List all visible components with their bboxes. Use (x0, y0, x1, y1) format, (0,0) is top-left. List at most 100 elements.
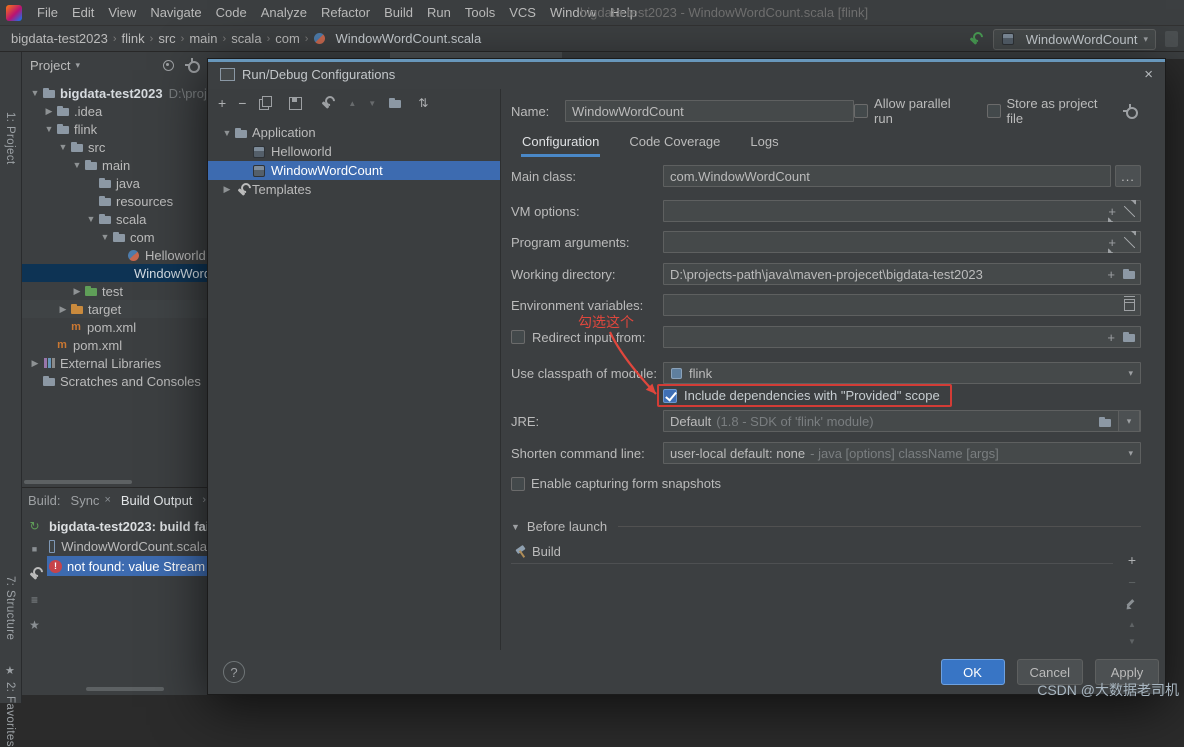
add-icon[interactable]: + (1107, 331, 1115, 344)
working-directory-input[interactable] (663, 263, 1141, 285)
menu-refactor[interactable]: Refactor (314, 0, 377, 25)
menu-run[interactable]: Run (420, 0, 458, 25)
run-configuration-selector[interactable]: WindowWordCount ▾ (993, 29, 1156, 50)
edit-pencil-icon[interactable] (1123, 598, 1137, 612)
copy-icon[interactable] (258, 96, 272, 110)
favorites-star-icon[interactable]: ★ (5, 664, 15, 677)
checkbox-icon[interactable] (511, 330, 525, 344)
chevron-icon[interactable]: ▶ (70, 286, 84, 297)
breadcrumb-file[interactable]: WindowWordCount.scala (312, 31, 481, 46)
move-down-icon[interactable]: ▼ (368, 99, 376, 108)
chevron-icon[interactable]: ▶ (56, 304, 70, 315)
tree-item-src[interactable]: ▼ src (22, 138, 207, 156)
chevron-icon[interactable]: ▼ (56, 142, 70, 152)
expand-icon[interactable] (1124, 206, 1135, 217)
add-icon[interactable]: + (1108, 236, 1116, 249)
edit-templates-icon[interactable] (318, 96, 332, 110)
build-row-error[interactable]: not found: value Stream (47, 556, 207, 576)
close-icon[interactable]: × (1144, 67, 1153, 82)
before-launch-item-build[interactable]: Build (511, 540, 1113, 564)
browse-button[interactable]: ... (1115, 165, 1141, 187)
chevron-icon[interactable]: ▼ (84, 214, 98, 224)
chevron-icon[interactable]: ▼ (220, 128, 234, 138)
before-launch-header[interactable]: ▼ Before launch (511, 519, 1141, 534)
menu-code[interactable]: Code (209, 0, 254, 25)
environment-variables-input[interactable] (663, 294, 1141, 316)
name-input[interactable] (565, 100, 854, 122)
chevron-icon[interactable]: ▶ (28, 358, 42, 369)
store-project-file-checkbox[interactable]: Store as project file (987, 96, 1116, 126)
chevron-down-icon[interactable]: ▾ (75, 61, 80, 70)
tree-item-java[interactable]: java (22, 174, 207, 192)
sort-icon[interactable]: ⇅ (418, 97, 428, 109)
build-wrench-icon[interactable] (966, 32, 980, 46)
vm-options-input[interactable] (663, 200, 1141, 222)
breadcrumb-project[interactable]: bigdata-test2023 (10, 31, 109, 46)
tab-configuration[interactable]: Configuration (521, 131, 600, 157)
pin-star-icon[interactable]: ★ (29, 619, 40, 631)
menu-navigate[interactable]: Navigate (143, 0, 208, 25)
gear-icon[interactable] (185, 58, 199, 72)
chevron-icon[interactable]: ▼ (98, 232, 112, 242)
add-icon[interactable]: + (1128, 553, 1136, 567)
tool-stripe-structure[interactable]: 7: Structure (4, 576, 16, 640)
classpath-module-select[interactable]: flink ▾ (663, 362, 1141, 384)
chevron-icon[interactable]: ▼ (28, 88, 42, 98)
stop-icon[interactable]: ■ (32, 545, 37, 554)
gear-icon[interactable] (1123, 104, 1137, 118)
list-icon[interactable] (1124, 299, 1135, 311)
ok-button[interactable]: OK (941, 659, 1005, 685)
tree-item-scala[interactable]: ▼ scala (22, 210, 207, 228)
chevron-icon[interactable]: ▼ (42, 124, 56, 134)
redirect-input-input[interactable] (663, 326, 1141, 348)
menu-build[interactable]: Build (377, 0, 420, 25)
horizontal-scrollbar[interactable] (86, 687, 164, 691)
close-icon[interactable]: × (104, 494, 110, 506)
menu-tools[interactable]: Tools (458, 0, 502, 25)
build-row-file[interactable]: WindowWordCount.scala (47, 536, 207, 556)
chevron-icon[interactable]: ▶ (220, 184, 234, 195)
locate-file-icon[interactable] (161, 58, 175, 72)
breadcrumb-flink[interactable]: flink (121, 31, 146, 46)
checkbox-icon[interactable] (854, 104, 868, 118)
build-row-status[interactable]: bigdata-test2023: build failed (47, 516, 207, 536)
menu-file[interactable]: File (30, 0, 65, 25)
config-item-helloworld[interactable]: Helloworld (208, 142, 500, 161)
tree-item-flink[interactable]: ▼ flink (22, 120, 207, 138)
folder-icon[interactable] (1122, 330, 1136, 344)
settings-wrench-icon[interactable] (26, 567, 40, 581)
breadcrumb-com[interactable]: com (274, 31, 301, 46)
tree-item-scratches[interactable]: Scratches and Consoles (22, 372, 207, 390)
tree-item-idea[interactable]: ▶ .idea (22, 102, 207, 120)
tab-logs[interactable]: Logs (749, 131, 779, 154)
more-tabs-icon[interactable]: › (202, 494, 206, 506)
menu-vcs[interactable]: VCS (502, 0, 543, 25)
shorten-command-select[interactable]: user-local default: none - java [options… (663, 442, 1141, 464)
horizontal-scrollbar[interactable] (24, 480, 132, 484)
tree-item-com[interactable]: ▼ com (22, 228, 207, 246)
tree-item-windowwordcount[interactable]: WindowWordCount (22, 264, 207, 282)
remove-icon[interactable]: − (1128, 576, 1136, 589)
folder-icon[interactable] (1098, 415, 1112, 429)
move-up-icon[interactable]: ▲ (348, 99, 356, 108)
checkbox-icon[interactable] (987, 104, 1001, 118)
tab-build-output[interactable]: Build Output (121, 493, 193, 508)
jre-dropdown-button[interactable]: ▾ (1118, 410, 1140, 432)
jre-select[interactable]: Default (1.8 - SDK of 'flink' module) ▾ (663, 410, 1141, 432)
save-icon[interactable] (288, 96, 302, 110)
filter-icon[interactable]: ≡ (31, 594, 38, 606)
checkbox-icon[interactable] (511, 477, 525, 491)
config-group-application[interactable]: ▼ Application (208, 123, 500, 142)
tree-item-project-root[interactable]: ▼ bigdata-test2023 D:\projec (22, 84, 207, 102)
breadcrumb-scala[interactable]: scala (230, 31, 262, 46)
breadcrumb-src[interactable]: src (157, 31, 176, 46)
tree-item-pom-flink[interactable]: pom.xml (22, 318, 207, 336)
move-down-icon[interactable]: ▼ (1128, 638, 1136, 646)
add-icon[interactable]: + (1108, 205, 1116, 218)
rerun-icon[interactable]: ↻ (29, 520, 39, 532)
allow-parallel-checkbox[interactable]: Allow parallel run (854, 96, 970, 126)
breadcrumb-main[interactable]: main (188, 31, 218, 46)
tree-item-target[interactable]: ▶ target (22, 300, 207, 318)
config-group-templates[interactable]: ▶ Templates (208, 180, 500, 199)
tab-sync[interactable]: Sync × (71, 493, 111, 508)
